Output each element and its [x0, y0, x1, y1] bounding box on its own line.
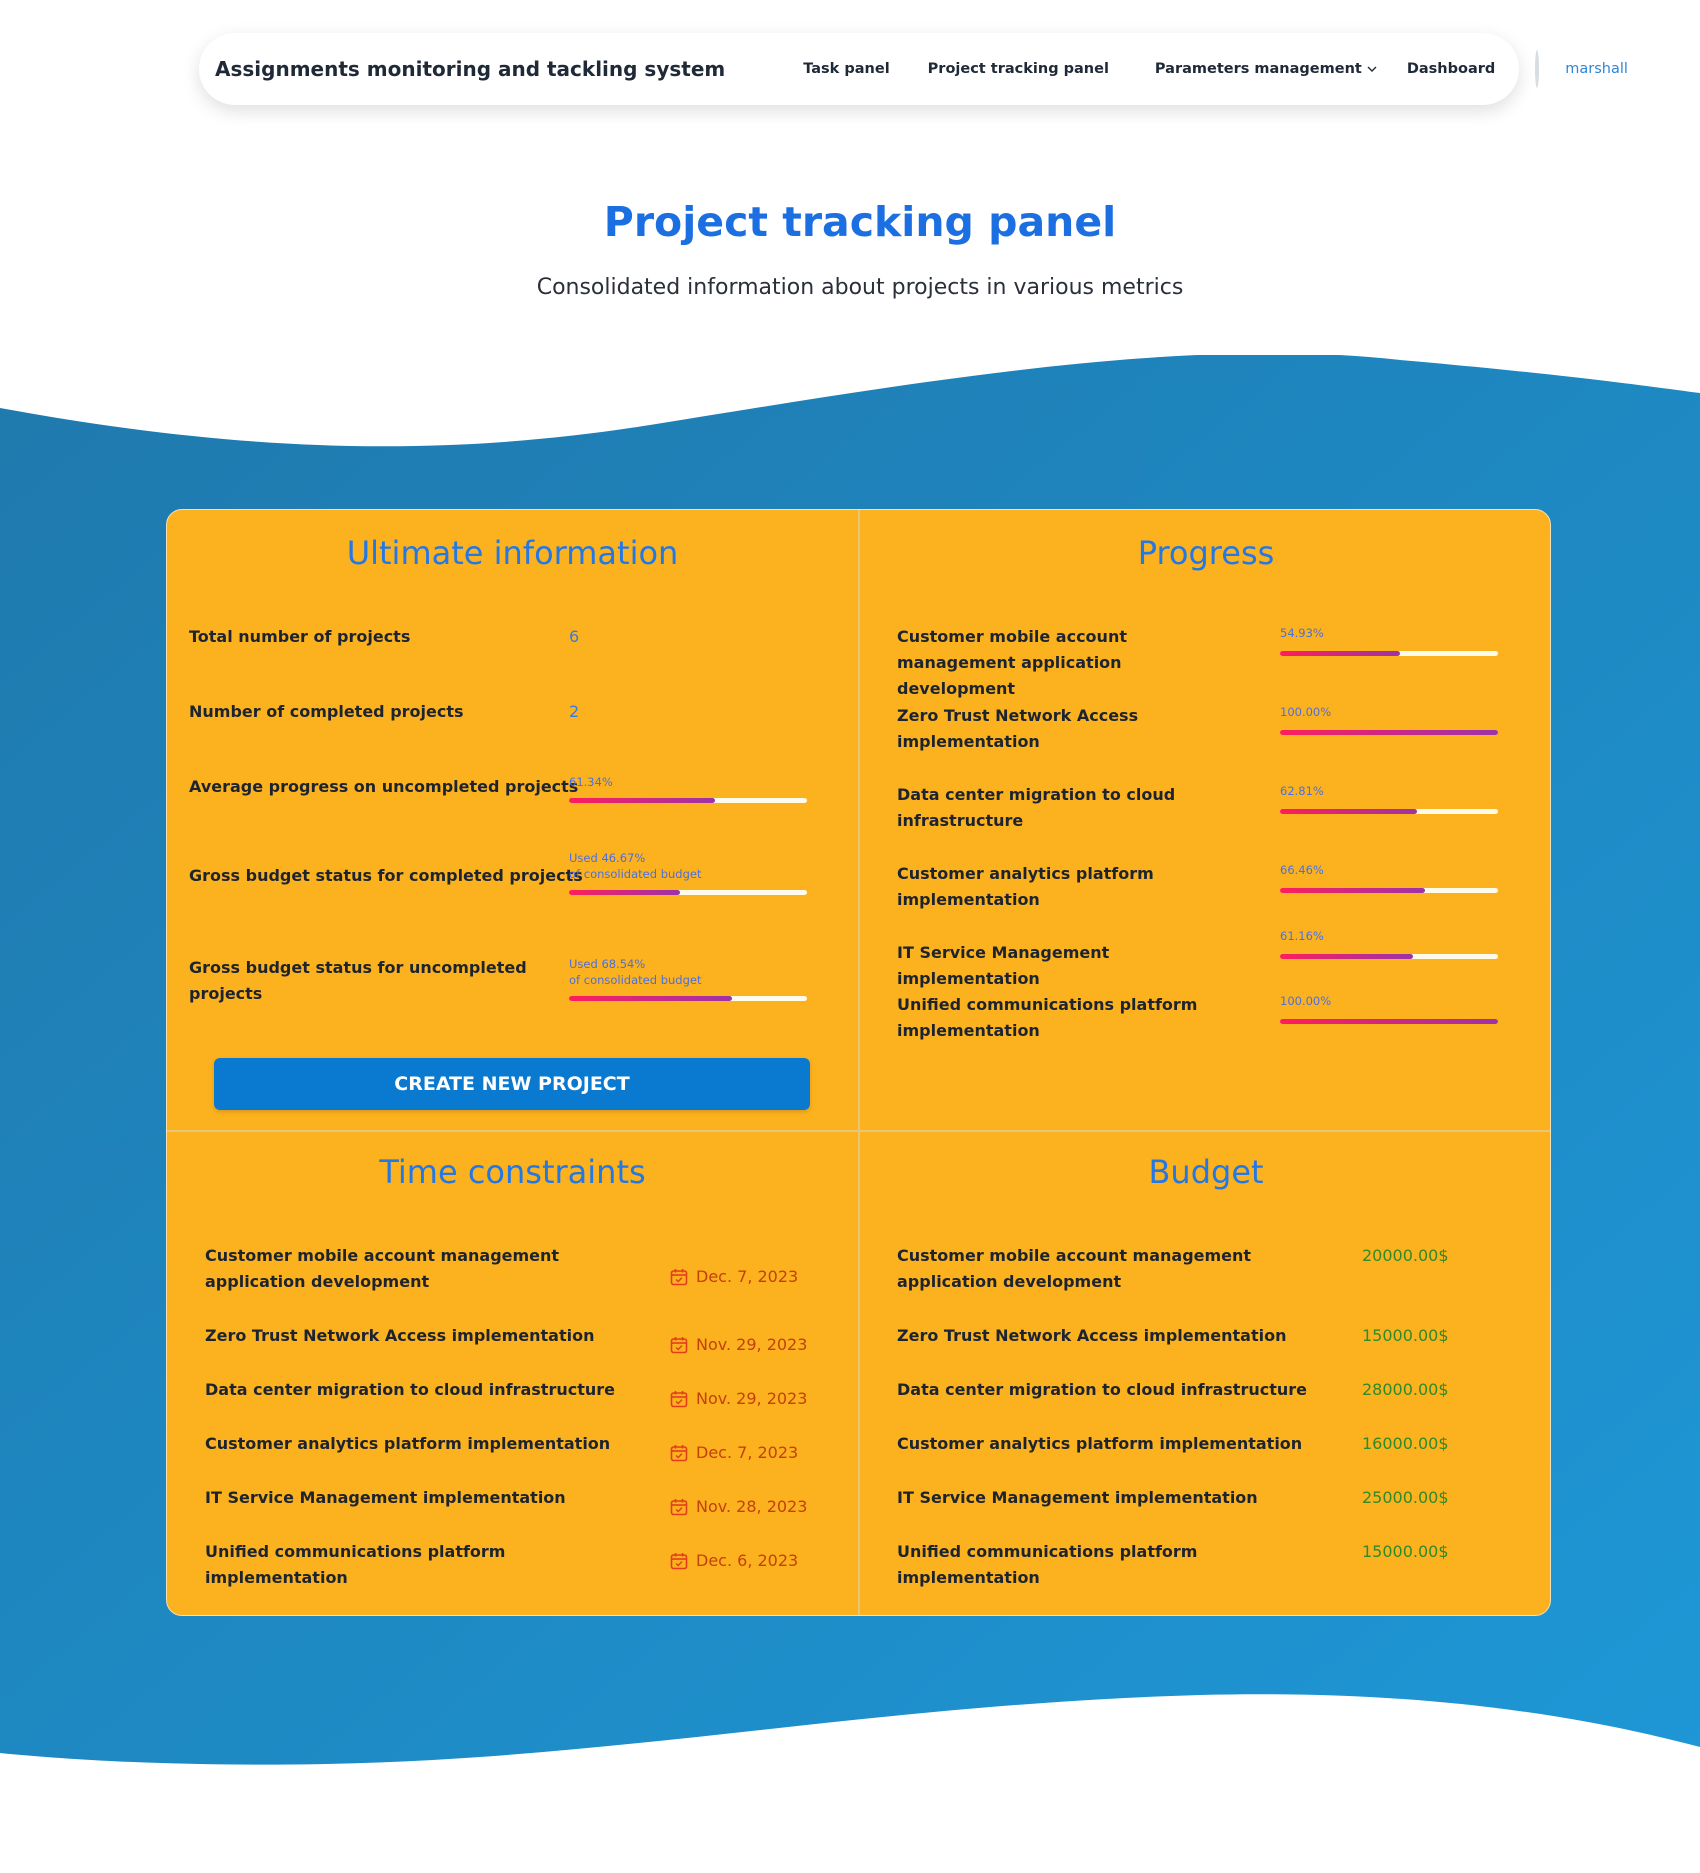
- gross-budget-completed-used: Used 46.67%: [569, 851, 646, 865]
- avg-progress-percent: 61.34%: [569, 775, 613, 789]
- budget-item-name: Customer mobile account management appli…: [897, 1246, 1252, 1291]
- calendar-icon: [670, 1444, 688, 1461]
- calendar-icon: [670, 1390, 688, 1407]
- gross-budget-uncompleted-note: of consolidated budget: [569, 973, 702, 987]
- section-title-budget: Budget: [1148, 1153, 1264, 1191]
- budget-item-amount: 15000.00$: [1362, 1542, 1449, 1561]
- avg-progress-label: Average progress on uncompleted projects: [189, 777, 579, 796]
- calendar-icon: [670, 1552, 688, 1569]
- gross-budget-uncompleted-used: Used 68.54%: [569, 957, 646, 971]
- completed-projects-label: Number of completed projects: [189, 702, 464, 721]
- time-item-name: Zero Trust Network Access implementation: [205, 1326, 595, 1345]
- gross-budget-completed-label: Gross budget status for completed projec…: [189, 866, 583, 885]
- nav-parameters-management[interactable]: Parameters management: [1155, 61, 1377, 77]
- chevron-down-icon: [1367, 66, 1377, 72]
- brand-title[interactable]: Assignments monitoring and tackling syst…: [215, 57, 725, 81]
- progress-item-bar-fill: [1280, 730, 1498, 735]
- time-item-date-text: Nov. 28, 2023: [696, 1497, 808, 1516]
- nav-dashboard[interactable]: Dashboard: [1407, 61, 1495, 77]
- progress-item-bar-fill: [1280, 954, 1414, 959]
- progress-item-name: Customer mobile account management appli…: [897, 627, 1127, 698]
- gross-budget-completed-bar: [569, 890, 807, 895]
- budget-item-name: Customer analytics platform implementati…: [897, 1434, 1303, 1453]
- budget-item-amount: 28000.00$: [1362, 1380, 1449, 1399]
- gross-budget-uncompleted-label: Gross budget status for uncompleted proj…: [189, 958, 527, 1003]
- time-item-name: Unified communications platform implemen…: [205, 1542, 506, 1587]
- completed-projects-value: 2: [569, 702, 580, 721]
- calendar-icon: [670, 1498, 688, 1515]
- budget-item-name: IT Service Management implementation: [897, 1488, 1258, 1507]
- section-title-progress: Progress: [1137, 534, 1275, 572]
- create-new-project-button[interactable]: CREATE NEW PROJECT: [214, 1058, 810, 1110]
- page-title: Project tracking panel: [603, 198, 1117, 246]
- nav-parameters-label: Parameters management: [1154, 61, 1362, 77]
- time-item-date: Nov. 28, 2023: [670, 1497, 807, 1516]
- progress-item-percent: 54.93%: [1280, 626, 1324, 640]
- nav-project-tracking-panel[interactable]: Project tracking panel: [928, 61, 1109, 77]
- time-item-date: Dec. 7, 2023: [670, 1267, 798, 1286]
- time-item-date: Dec. 7, 2023: [670, 1443, 798, 1462]
- time-item-date: Nov. 29, 2023: [670, 1389, 807, 1408]
- progress-item-bar: [1280, 809, 1498, 814]
- budget-item-amount: 15000.00$: [1362, 1326, 1449, 1345]
- total-projects-label: Total number of projects: [189, 627, 411, 646]
- time-item-date-text: Dec. 7, 2023: [696, 1267, 799, 1286]
- budget-item-name: Unified communications platform implemen…: [897, 1542, 1198, 1587]
- gross-budget-completed-note: of consolidated budget: [569, 867, 702, 881]
- username[interactable]: marshall: [1565, 61, 1628, 77]
- progress-item-percent: 61.16%: [1280, 929, 1324, 943]
- progress-item-bar-fill: [1280, 1019, 1498, 1024]
- avatar[interactable]: [1535, 50, 1540, 88]
- total-projects-value: 6: [569, 627, 580, 646]
- budget-item-name: Data center migration to cloud infrastru…: [897, 1380, 1307, 1399]
- budget-item-amount: 16000.00$: [1362, 1434, 1449, 1453]
- budget-item-name: Zero Trust Network Access implementation: [897, 1326, 1287, 1345]
- progress-item-name: Data center migration to cloud infrastru…: [897, 785, 1176, 830]
- divider-vertical: [858, 510, 860, 1615]
- calendar-icon: [670, 1336, 688, 1353]
- progress-item-name: IT Service Management implementation: [897, 943, 1110, 988]
- time-item-name: Customer mobile account management appli…: [205, 1246, 560, 1291]
- progress-item-bar: [1280, 651, 1498, 656]
- avg-progress-bar-fill: [569, 798, 715, 803]
- gross-budget-completed-bar-fill: [569, 890, 681, 895]
- time-item-date-text: Nov. 29, 2023: [696, 1389, 808, 1408]
- progress-item-bar: [1280, 954, 1498, 959]
- avg-progress-bar: [569, 798, 807, 803]
- page-subtitle: Consolidated information about projects …: [536, 275, 1184, 300]
- time-item-date: Nov. 29, 2023: [670, 1335, 807, 1354]
- budget-item-amount: 20000.00$: [1362, 1246, 1449, 1265]
- time-item-date-text: Nov. 29, 2023: [696, 1335, 808, 1354]
- time-item-name: IT Service Management implementation: [205, 1488, 566, 1507]
- progress-item-bar: [1280, 1019, 1498, 1024]
- calendar-icon: [670, 1268, 688, 1285]
- nav-task-panel[interactable]: Task panel: [803, 61, 889, 77]
- nav-links: Task panel Project tracking panel Parame…: [803, 61, 1495, 77]
- section-title-time: Time constraints: [379, 1153, 646, 1191]
- progress-item-bar-fill: [1280, 809, 1417, 814]
- progress-item-bar-fill: [1280, 888, 1425, 893]
- progress-item-name: Unified communications platform implemen…: [897, 995, 1198, 1040]
- budget-item-amount: 25000.00$: [1362, 1488, 1449, 1507]
- section-title-ultimate: Ultimate information: [346, 534, 679, 572]
- progress-item-name: Customer analytics platform implementati…: [897, 864, 1154, 909]
- navbar: Assignments monitoring and tackling syst…: [199, 33, 1628, 105]
- progress-item-percent: 100.00%: [1280, 994, 1332, 1008]
- divider-horizontal: [167, 1130, 1550, 1132]
- time-item-date-text: Dec. 7, 2023: [696, 1443, 799, 1462]
- dashboard-card: Ultimate information Total number of pro…: [166, 509, 1551, 1616]
- time-item-name: Data center migration to cloud infrastru…: [205, 1380, 615, 1399]
- time-item-date: Dec. 6, 2023: [670, 1551, 798, 1570]
- progress-item-percent: 66.46%: [1280, 863, 1324, 877]
- progress-item-name: Zero Trust Network Access implementation: [897, 706, 1139, 751]
- gross-budget-uncompleted-bar-fill: [569, 996, 733, 1001]
- gross-budget-uncompleted-bar: [569, 996, 807, 1001]
- progress-item-bar: [1280, 730, 1498, 735]
- progress-item-bar: [1280, 888, 1498, 893]
- time-item-date-text: Dec. 6, 2023: [696, 1551, 799, 1570]
- progress-item-bar-fill: [1280, 651, 1400, 656]
- progress-item-percent: 62.81%: [1280, 784, 1324, 798]
- time-item-name: Customer analytics platform implementati…: [205, 1434, 611, 1453]
- progress-item-percent: 100.00%: [1280, 705, 1332, 719]
